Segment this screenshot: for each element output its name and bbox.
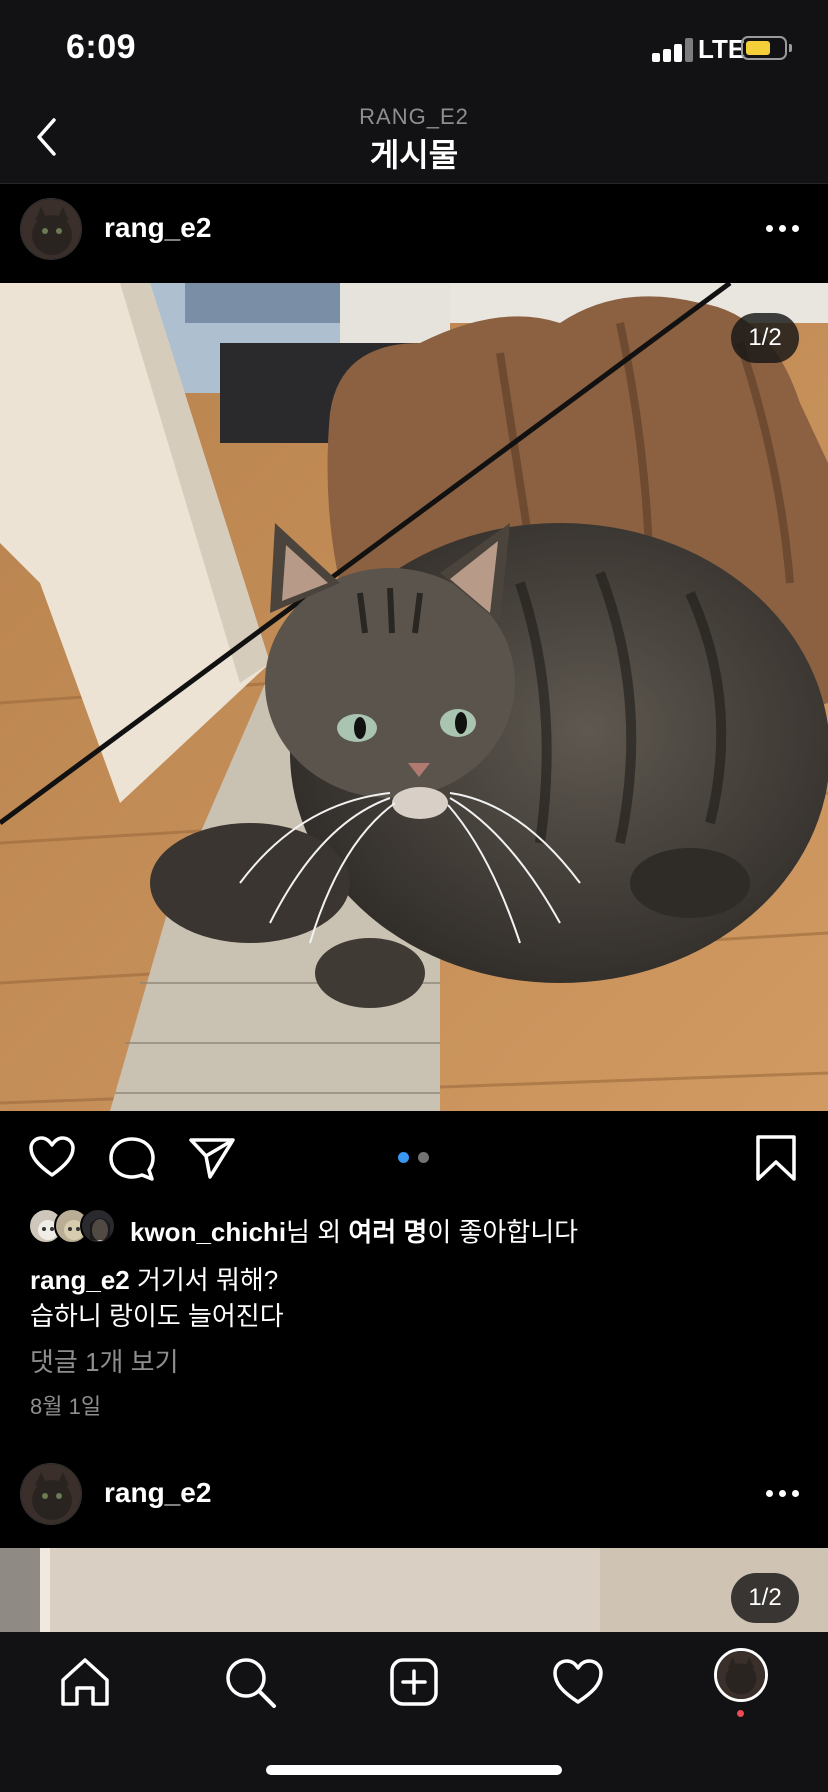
profile-username-header: RANG_E2 — [359, 104, 469, 129]
bookmark-icon — [756, 1135, 796, 1181]
tab-profile[interactable] — [712, 1648, 772, 1720]
notification-dot — [737, 1710, 744, 1717]
likes-summary: kwon_chichi님 외 여러 명이 좋아합니다 — [130, 1212, 578, 1249]
tab-search[interactable] — [220, 1652, 280, 1712]
like-button[interactable] — [28, 1135, 76, 1184]
heart-icon — [29, 1136, 75, 1177]
signal-strength-icon — [652, 38, 696, 62]
nav-bar: RANG_E2 게시물 — [0, 92, 828, 184]
likes-others-link[interactable]: 여러 명 — [348, 1217, 427, 1247]
post-header: rang_e2 — [0, 184, 828, 282]
status-time: 6:09 — [66, 28, 137, 66]
liker-username[interactable]: kwon_chichi — [130, 1217, 286, 1247]
post-username[interactable]: rang_e2 — [104, 212, 211, 244]
profile-avatar — [714, 1648, 768, 1702]
post-header: rang_e2 — [0, 1449, 828, 1547]
comment-bubble-icon — [109, 1137, 155, 1181]
search-icon — [226, 1658, 276, 1708]
avatar[interactable] — [20, 198, 82, 260]
post-photo[interactable]: 1/2 — [0, 1548, 828, 1632]
carousel-indicator — [396, 1152, 436, 1164]
ellipsis-icon[interactable] — [766, 224, 802, 234]
carousel-dot-active — [398, 1152, 409, 1163]
tab-bar — [0, 1632, 828, 1792]
photo-counter: 1/2 — [731, 313, 799, 363]
caption-text: 습하니 랑이도 늘어진다 — [30, 1301, 284, 1331]
battery-icon — [741, 36, 792, 60]
tab-new-post[interactable] — [384, 1652, 444, 1712]
status-bar: 6:09 LTE — [0, 0, 828, 92]
activity-heart-icon — [553, 1659, 603, 1704]
share-button[interactable] — [188, 1136, 236, 1185]
home-icon — [61, 1658, 109, 1706]
likes-text-part: 님 외 — [286, 1217, 349, 1247]
view-comments-link[interactable]: 댓글 1개 보기 — [30, 1342, 179, 1379]
avatar[interactable] — [20, 1463, 82, 1525]
caption-text: 거기서 뭐해? — [129, 1265, 279, 1295]
next-photo-image — [0, 1548, 828, 1632]
paper-plane-icon — [189, 1138, 235, 1179]
post-username[interactable]: rang_e2 — [104, 1477, 211, 1509]
post-photo[interactable]: 1/2 — [0, 283, 828, 1111]
likes-text-part: 이 좋아합니다 — [427, 1217, 579, 1247]
new-post-icon — [390, 1658, 438, 1706]
likes-row[interactable]: kwon_chichi님 외 여러 명이 좋아합니다 — [28, 1208, 808, 1249]
liker-avatar — [80, 1208, 116, 1244]
comment-button[interactable] — [108, 1136, 156, 1187]
ellipsis-icon[interactable] — [766, 1489, 802, 1499]
page-title: 게시물 — [369, 137, 459, 173]
tab-home[interactable] — [55, 1652, 115, 1712]
network-type: LTE — [698, 34, 746, 64]
photo-counter: 1/2 — [731, 1573, 799, 1623]
home-indicator[interactable] — [266, 1765, 562, 1775]
cat-photo — [0, 283, 828, 1111]
post-date: 8월 1일 — [30, 1394, 102, 1419]
tab-activity[interactable] — [548, 1652, 608, 1712]
caption-username[interactable]: rang_e2 — [30, 1265, 130, 1295]
post-caption: rang_e2 거기서 뭐해? 습하니 랑이도 늘어진다 — [30, 1262, 800, 1334]
carousel-dot — [418, 1152, 429, 1163]
save-button[interactable] — [754, 1134, 798, 1187]
